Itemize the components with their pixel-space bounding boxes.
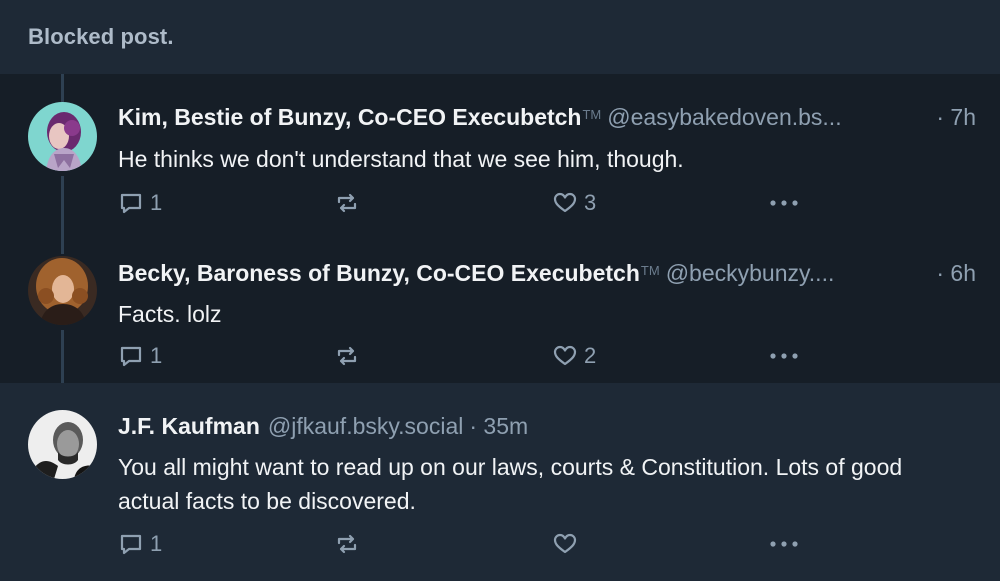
post-timestamp[interactable]: · 6h — [936, 260, 976, 287]
author-handle[interactable]: @beckybunzy.... — [666, 260, 931, 287]
author-name[interactable]: Becky, Baroness of Bunzy, Co-CEO Execube… — [118, 260, 640, 287]
more-options-button[interactable] — [768, 343, 800, 369]
post-timestamp[interactable]: · 35m — [469, 413, 528, 440]
post-text: He thinks we don't understand that we se… — [118, 146, 684, 172]
reply-button[interactable]: 1 — [118, 531, 162, 557]
heart-icon — [553, 533, 577, 554]
post-item[interactable]: Becky, Baroness of Bunzy, Co-CEO Execube… — [0, 230, 1000, 383]
post-text: You all might want to read up on our law… — [118, 454, 903, 514]
more-options-button[interactable] — [768, 190, 800, 216]
more-options-icon — [770, 541, 798, 547]
like-button[interactable]: 3 — [552, 190, 596, 216]
like-button[interactable]: 2 — [552, 343, 596, 369]
more-options-icon — [770, 353, 798, 359]
reply-icon — [120, 346, 142, 367]
author-handle[interactable]: @easybakedoven.bs... — [607, 104, 930, 131]
avatar[interactable] — [28, 102, 97, 171]
post-text: Facts. lolz — [118, 301, 222, 327]
reply-icon — [120, 193, 142, 214]
heart-icon — [553, 345, 577, 366]
post-header: J.F. Kaufman @jfkauf.bsky.social · 35m — [118, 413, 976, 440]
like-count: 3 — [584, 190, 597, 215]
post-actions: 1 2 — [118, 343, 818, 373]
repost-button[interactable] — [334, 531, 360, 557]
repost-button[interactable] — [334, 343, 360, 369]
post-actions: 1 3 — [118, 190, 818, 220]
like-button[interactable] — [552, 531, 584, 557]
heart-icon — [553, 192, 577, 213]
reply-icon — [120, 534, 142, 555]
like-count: 2 — [584, 343, 597, 368]
author-name[interactable]: Kim, Bestie of Bunzy, Co-CEO Execubetch — [118, 104, 581, 131]
post-header: Kim, Bestie of Bunzy, Co-CEO Execubetch T… — [118, 104, 976, 131]
more-options-button[interactable] — [768, 531, 800, 557]
reply-count: 1 — [150, 343, 163, 368]
trademark-mark: TM — [582, 107, 602, 122]
blocked-post-notice[interactable]: Blocked post. — [0, 0, 1000, 74]
blocked-post-label: Blocked post. — [28, 24, 174, 49]
post-item[interactable]: Kim, Bestie of Bunzy, Co-CEO Execubetch T… — [0, 74, 1000, 224]
reply-count: 1 — [150, 531, 163, 556]
more-options-icon — [770, 200, 798, 206]
post-timestamp[interactable]: · 7h — [936, 104, 976, 131]
post-item[interactable]: J.F. Kaufman @jfkauf.bsky.social · 35m You… — [0, 383, 1000, 581]
post-header: Becky, Baroness of Bunzy, Co-CEO Execube… — [118, 260, 976, 287]
repost-button[interactable] — [334, 190, 360, 216]
repost-icon — [337, 346, 357, 366]
author-handle[interactable]: @jfkauf.bsky.social — [268, 413, 464, 440]
reply-button[interactable]: 1 — [118, 190, 162, 216]
avatar[interactable] — [28, 256, 97, 325]
post-actions: 1 — [118, 531, 818, 561]
repost-icon — [337, 193, 357, 213]
author-name[interactable]: J.F. Kaufman — [118, 413, 260, 440]
reply-button[interactable]: 1 — [118, 343, 162, 369]
repost-icon — [337, 534, 357, 554]
trademark-mark: TM — [640, 263, 660, 278]
reply-count: 1 — [150, 190, 163, 215]
avatar[interactable] — [28, 410, 97, 479]
